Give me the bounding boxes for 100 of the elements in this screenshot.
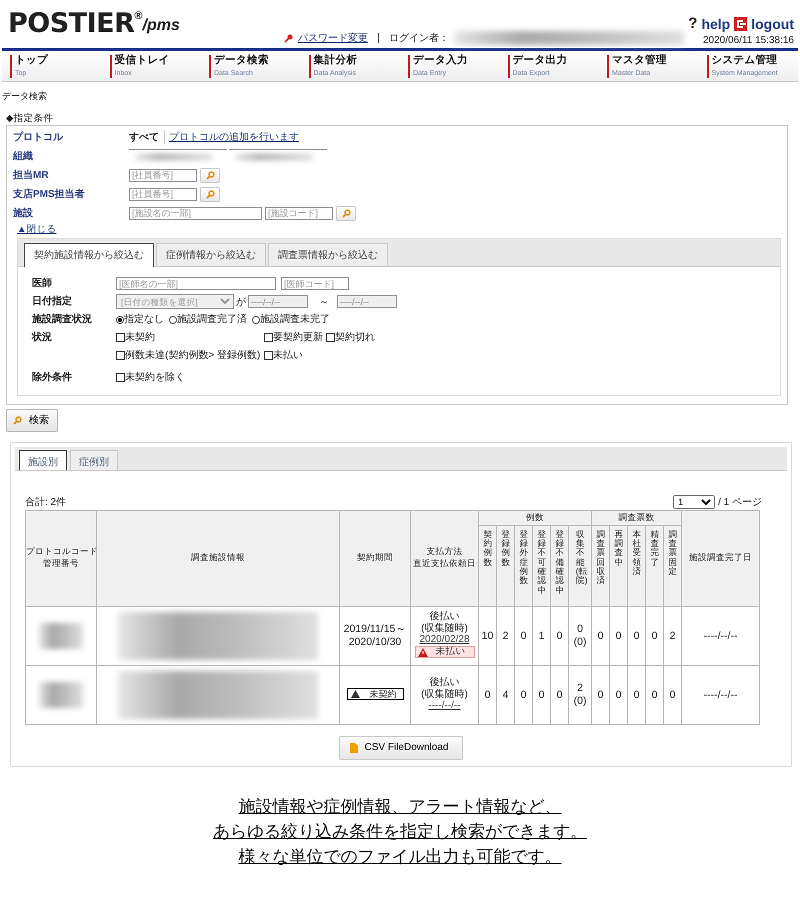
table-cell: 0: [478, 665, 496, 724]
password-link[interactable]: パスワード変更: [298, 31, 368, 45]
protocol-value: すべて: [129, 130, 165, 144]
table-cell: 0: [610, 606, 628, 666]
checkbox-option[interactable]: 未払い: [264, 346, 323, 365]
filter-tab[interactable]: 契約施設情報から絞込む: [24, 242, 154, 267]
caption-line: 様々な単位でのファイル出力も可能です。: [238, 846, 562, 868]
file-icon: [350, 742, 358, 753]
field-label: 支店PMS担当者: [12, 187, 86, 202]
input-field[interactable]: [医師コード]: [281, 277, 349, 290]
warning-icon: [418, 648, 428, 657]
table-cell: 0: [610, 665, 628, 724]
field-label: 施設調査状況: [32, 312, 93, 327]
radio-option[interactable]: 指定なし: [116, 310, 164, 329]
table-cell: 0: [628, 665, 646, 724]
column-header: 契約例数: [478, 525, 496, 606]
login-label: ログイン者：: [388, 32, 449, 45]
table-cell: 0: [550, 606, 568, 666]
caption-line: 施設情報や症例情報、アラート情報など、: [238, 796, 562, 818]
page-select[interactable]: 1: [673, 494, 716, 509]
registered-mark: ®: [134, 10, 142, 22]
field-label: 施設: [12, 206, 34, 220]
table-cell: 0: [550, 665, 568, 724]
help-mark: ?: [688, 15, 698, 32]
csv-download-button[interactable]: CSV FileDownload: [338, 736, 464, 760]
radio-option[interactable]: 施設調査完了済: [169, 310, 247, 329]
table-cell: 0: [514, 665, 532, 724]
input-field[interactable]: [社員番号]: [129, 188, 197, 201]
logo-text: POSTIER: [8, 8, 134, 38]
lookup-button[interactable]: [336, 206, 356, 221]
result-tab[interactable]: 施設別: [19, 450, 67, 470]
logo-suffix: /pms: [142, 16, 180, 34]
add-protocol-link[interactable]: プロトコルの追加を行います: [169, 130, 299, 144]
radio-option[interactable]: 施設調査未完了: [252, 310, 330, 329]
table-cell: 10: [478, 606, 496, 666]
table-cell: 0: [592, 665, 610, 724]
column-header: 再調査中: [610, 525, 628, 606]
column-group-header: 例数: [478, 510, 592, 526]
payment-date-link[interactable]: ----/--/--: [411, 700, 478, 712]
checkbox-option[interactable]: 例数未達(契約例数> 登録例数): [116, 346, 261, 365]
help-link[interactable]: help: [701, 16, 730, 32]
field-label: 担当MR: [12, 168, 50, 182]
table-cell: 0: [646, 665, 664, 724]
field-label: プロトコル: [12, 130, 64, 144]
datetime: 2020/06/11 15:38:16: [702, 35, 794, 46]
tilde-text: ～: [319, 296, 329, 309]
search-icon: [206, 190, 214, 199]
checkbox-option[interactable]: 要契約更新: [264, 328, 323, 347]
lookup-button[interactable]: [200, 168, 220, 183]
table-cell: ----/--/--: [682, 665, 760, 724]
page-count: / 1 ページ: [718, 496, 762, 509]
column-header: プロトコルコード 管理番号: [26, 510, 96, 606]
column-header: 本社受領済: [628, 525, 646, 606]
section-title: ◆指定条件: [6, 112, 54, 125]
table-cell: 4: [496, 665, 514, 724]
input-field[interactable]: [施設コード]: [265, 206, 333, 220]
column-header: 調査票回収済: [592, 525, 610, 606]
filter-tab[interactable]: 症例情報から絞込む: [156, 242, 266, 266]
column-header: 施設調査完了日: [682, 510, 760, 606]
column-group-header: 調査票数: [592, 510, 682, 526]
status-badge: 未契約: [346, 688, 404, 700]
table-cell: 0: [664, 665, 682, 724]
search-button[interactable]: 検索: [6, 408, 58, 432]
table-cell: 1: [532, 606, 550, 666]
redacted-block: [39, 622, 83, 649]
close-link[interactable]: ▲閉じる: [17, 222, 56, 236]
column-header: 登録不備確認中: [550, 525, 568, 606]
field-label: 医師: [32, 276, 53, 291]
table-cell: 0 (0): [568, 606, 592, 666]
alert-badge: 未払い: [414, 646, 474, 658]
checkbox-option[interactable]: 契約切れ: [326, 328, 375, 347]
table-cell: 2 (0): [568, 665, 592, 724]
search-icon: [13, 416, 22, 425]
payment-date-link[interactable]: 2020/02/28: [411, 634, 478, 646]
total-count: 合計: 2件: [25, 496, 66, 509]
checkbox-option[interactable]: 未契約: [116, 328, 261, 347]
lookup-button[interactable]: [200, 186, 220, 202]
joiner-text: が: [236, 296, 246, 309]
caption-line: あらゆる絞り込み条件を指定し検索ができます。: [213, 820, 587, 843]
logout-icon: [734, 16, 748, 30]
warning-icon: [350, 690, 360, 698]
table-cell: 2: [664, 606, 682, 666]
table-cell: 0: [514, 606, 532, 666]
table-cell: 0: [646, 606, 664, 666]
payment-method: 後払い (収集随時): [420, 611, 469, 634]
field-label: 除外条件: [32, 370, 73, 385]
column-header: 精査完了: [646, 525, 664, 606]
payment-method: 後払い (収集随時): [420, 677, 469, 700]
checkbox-option[interactable]: 未契約を除く: [116, 368, 261, 387]
field-label: 状況: [32, 330, 53, 345]
breadcrumb: データ検索: [2, 90, 48, 103]
input-field[interactable]: [社員番号]: [129, 168, 197, 182]
input-field[interactable]: [施設名の一部]: [129, 206, 262, 220]
table-cell: 2019/11/15～ 2020/10/30: [340, 606, 410, 666]
result-tab[interactable]: 症例別: [70, 450, 118, 470]
input-field[interactable]: [医師名の一部]: [116, 277, 276, 290]
filter-tab[interactable]: 調査票情報から絞込む: [268, 242, 388, 266]
table-cell: 0: [592, 606, 610, 666]
field-label: 組織: [12, 150, 34, 164]
logout-link[interactable]: logout: [751, 16, 794, 32]
